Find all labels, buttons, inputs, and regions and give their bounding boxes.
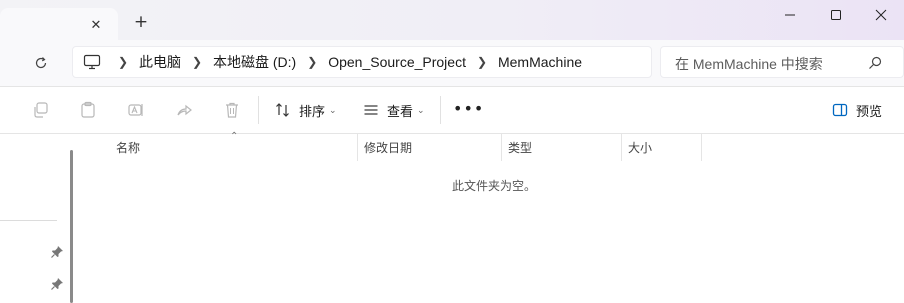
view-icon [364, 105, 378, 115]
more-options-button[interactable]: ••• [453, 99, 484, 118]
column-header-modified[interactable]: 修改日期 [364, 134, 412, 161]
sort-icon [276, 103, 289, 117]
view-button[interactable]: 查看 ⌄ [363, 98, 425, 122]
column-divider[interactable] [621, 134, 622, 161]
search-placeholder: 在 MemMachine 中搜索 [675, 56, 823, 72]
toolbar-separator [440, 96, 441, 124]
toolbar-separator [258, 96, 259, 124]
copy-button[interactable] [29, 99, 51, 121]
chevron-right-icon[interactable]: ❯ [296, 55, 328, 69]
view-label: 查看 [387, 103, 414, 119]
column-header-type[interactable]: 类型 [508, 134, 532, 161]
minimize-icon [785, 14, 795, 16]
breadcrumb-item-drive[interactable]: 本地磁盘 (D:) [213, 52, 296, 72]
refresh-button[interactable] [26, 48, 56, 78]
search-icon [869, 56, 882, 69]
pin-icon[interactable] [50, 277, 64, 291]
file-list: ⌃ 名称 修改日期 类型 大小 此文件夹为空。 [80, 131, 904, 303]
delete-button[interactable] [221, 99, 243, 121]
tab-close-icon[interactable]: ✕ [88, 18, 104, 34]
sort-label: 排序 [299, 103, 326, 119]
share-icon [177, 104, 192, 116]
pin-icon[interactable] [50, 245, 64, 259]
preview-pane-icon [832, 103, 848, 117]
column-divider[interactable] [701, 134, 702, 161]
column-header-size[interactable]: 大小 [628, 134, 652, 161]
rename-button[interactable] [125, 99, 147, 121]
address-bar-row: ❯ 此电脑 ❯ 本地磁盘 (D:) ❯ Open_Source_Project … [0, 40, 904, 86]
minimize-button[interactable] [767, 2, 813, 28]
close-window-button[interactable] [858, 2, 904, 28]
rename-icon [128, 104, 143, 116]
share-button[interactable] [173, 99, 195, 121]
maximize-button[interactable] [813, 2, 859, 28]
title-bar: ✕ + [0, 0, 904, 40]
chevron-right-icon[interactable]: ❯ [466, 55, 498, 69]
navigation-pane [0, 134, 80, 303]
paste-button[interactable] [77, 99, 99, 121]
command-bar: 排序 ⌄ 查看 ⌄ ••• 预览 [0, 87, 904, 133]
preview-label: 预览 [856, 103, 883, 119]
breadcrumb-item-this-pc[interactable]: 此电脑 [139, 52, 181, 72]
column-divider[interactable] [501, 134, 502, 161]
column-header-name[interactable]: 名称 [116, 134, 140, 161]
paste-icon [81, 101, 95, 118]
maximize-icon [831, 10, 841, 20]
close-icon [875, 9, 887, 21]
chevron-right-icon[interactable]: ❯ [107, 55, 139, 69]
new-tab-button[interactable]: + [131, 12, 151, 32]
chevron-down-icon: ⌄ [329, 104, 337, 115]
search-input[interactable]: 在 MemMachine 中搜索 [660, 46, 904, 78]
breadcrumb-item-memmachine[interactable]: MemMachine [498, 54, 582, 70]
breadcrumb-item-project[interactable]: Open_Source_Project [328, 54, 466, 70]
sort-ascending-icon: ⌃ [230, 131, 239, 142]
sidebar-divider [0, 220, 57, 221]
copy-icon [34, 102, 48, 118]
computer-icon [83, 54, 101, 70]
sort-button[interactable]: 排序 ⌄ [275, 98, 337, 122]
empty-folder-message: 此文件夹为空。 [452, 179, 537, 193]
explorer-tab[interactable]: ✕ [0, 8, 118, 40]
preview-pane-button[interactable]: 预览 [832, 98, 882, 122]
breadcrumb[interactable]: ❯ 此电脑 ❯ 本地磁盘 (D:) ❯ Open_Source_Project … [72, 46, 652, 78]
refresh-icon [35, 57, 47, 69]
chevron-right-icon[interactable]: ❯ [181, 55, 213, 69]
column-divider[interactable] [357, 134, 358, 161]
sidebar-scrollbar[interactable] [70, 150, 73, 303]
trash-icon [226, 102, 238, 118]
chevron-down-icon: ⌄ [417, 104, 425, 115]
